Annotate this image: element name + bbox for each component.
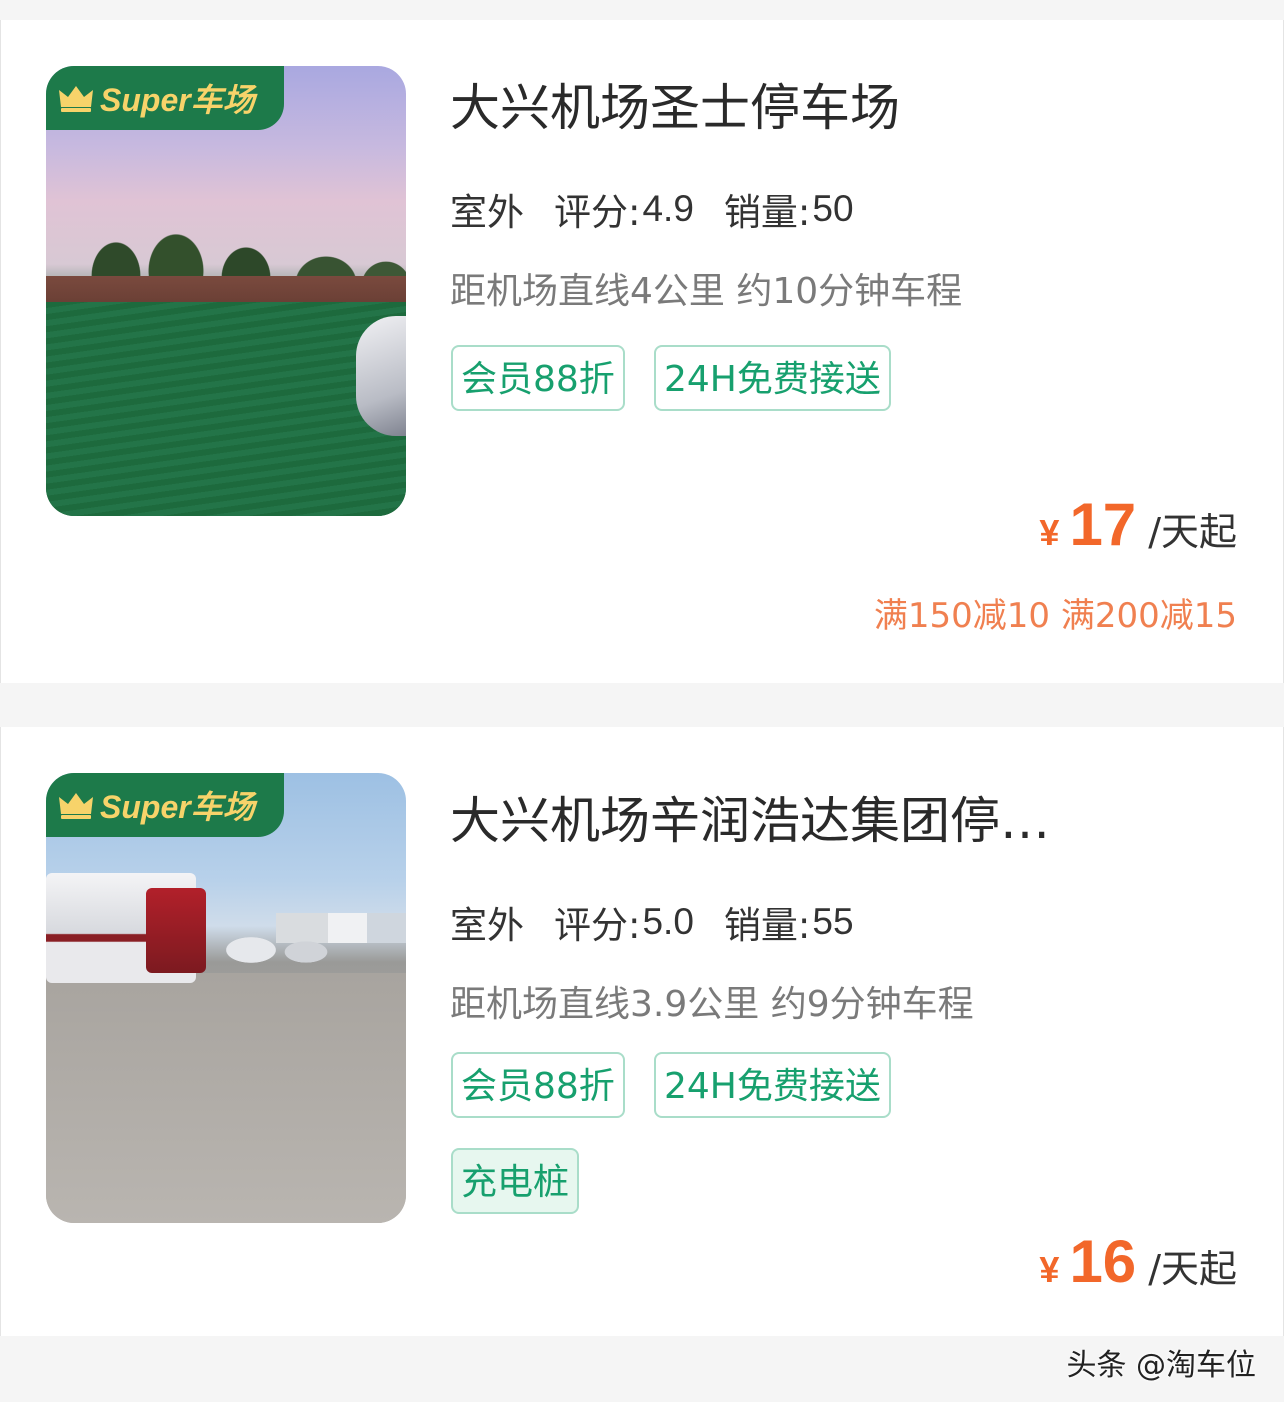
currency-symbol: ¥ [1039, 1249, 1060, 1290]
badge-label: Super车场 [100, 82, 255, 118]
tag-member-discount: 会员88折 [451, 345, 625, 411]
parking-lot-photo[interactable]: Super车场 [46, 66, 406, 516]
price-block: ¥ 16 /天起 [1039, 1227, 1237, 1296]
sales-value: 55 [812, 901, 854, 942]
price-unit: /天起 [1148, 1247, 1237, 1291]
price-unit: /天起 [1148, 510, 1237, 554]
distance-info: 距机场直线3.9公里 约9分钟车程 [450, 984, 974, 1025]
super-lot-badge: Super车场 [46, 773, 284, 837]
sales-label: 销量: [723, 904, 811, 947]
lot-name[interactable]: 大兴机场圣士停车场 [450, 78, 1150, 138]
distance-info: 距机场直线4公里 约10分钟车程 [450, 271, 963, 312]
parking-lot-photo[interactable]: Super车场 [46, 773, 406, 1223]
lot-type: 室外 [450, 895, 524, 949]
crown-icon [59, 793, 93, 819]
rating-value: 5.0 [642, 901, 694, 942]
card-separator [0, 683, 1284, 727]
rating-label: 评分: [554, 191, 641, 234]
lot-type: 室外 [450, 182, 524, 236]
rating-value: 4.9 [642, 188, 694, 229]
lot-name[interactable]: 大兴机场辛润浩达集团停… [450, 791, 1090, 851]
parking-listing-card[interactable]: Super车场 大兴机场圣士停车场 室外 评分: 4.9 销量: 50 距机场直… [0, 20, 1284, 683]
rating-label: 评分: [554, 904, 641, 947]
sales-label: 销量: [723, 191, 811, 234]
watermark: 头条 @淘车位 [1066, 1348, 1256, 1383]
currency-symbol: ¥ [1039, 512, 1060, 553]
price-amount: 17 [1069, 491, 1137, 558]
lot-meta: 室外 评分: 5.0 销量: 55 [450, 895, 884, 949]
lot-meta: 室外 评分: 4.9 销量: 50 [450, 182, 884, 236]
price-amount: 16 [1069, 1228, 1137, 1295]
tag-member-discount: 会员88折 [451, 1052, 625, 1118]
badge-label: Super车场 [100, 789, 255, 825]
discount-offer: 满150减10 满200减15 [873, 596, 1237, 636]
sales-value: 50 [812, 188, 854, 229]
parking-listing-card[interactable]: Super车场 大兴机场辛润浩达集团停… 室外 评分: 5.0 销量: 55 距… [0, 727, 1284, 1336]
tag-charging-pile: 充电桩 [451, 1148, 580, 1214]
crown-icon [59, 86, 93, 112]
tag-free-shuttle: 24H免费接送 [654, 1052, 891, 1118]
price-block: ¥ 17 /天起 [1039, 490, 1237, 559]
super-lot-badge: Super车场 [46, 66, 284, 130]
top-gap [0, 0, 1284, 20]
tag-free-shuttle: 24H免费接送 [654, 345, 891, 411]
